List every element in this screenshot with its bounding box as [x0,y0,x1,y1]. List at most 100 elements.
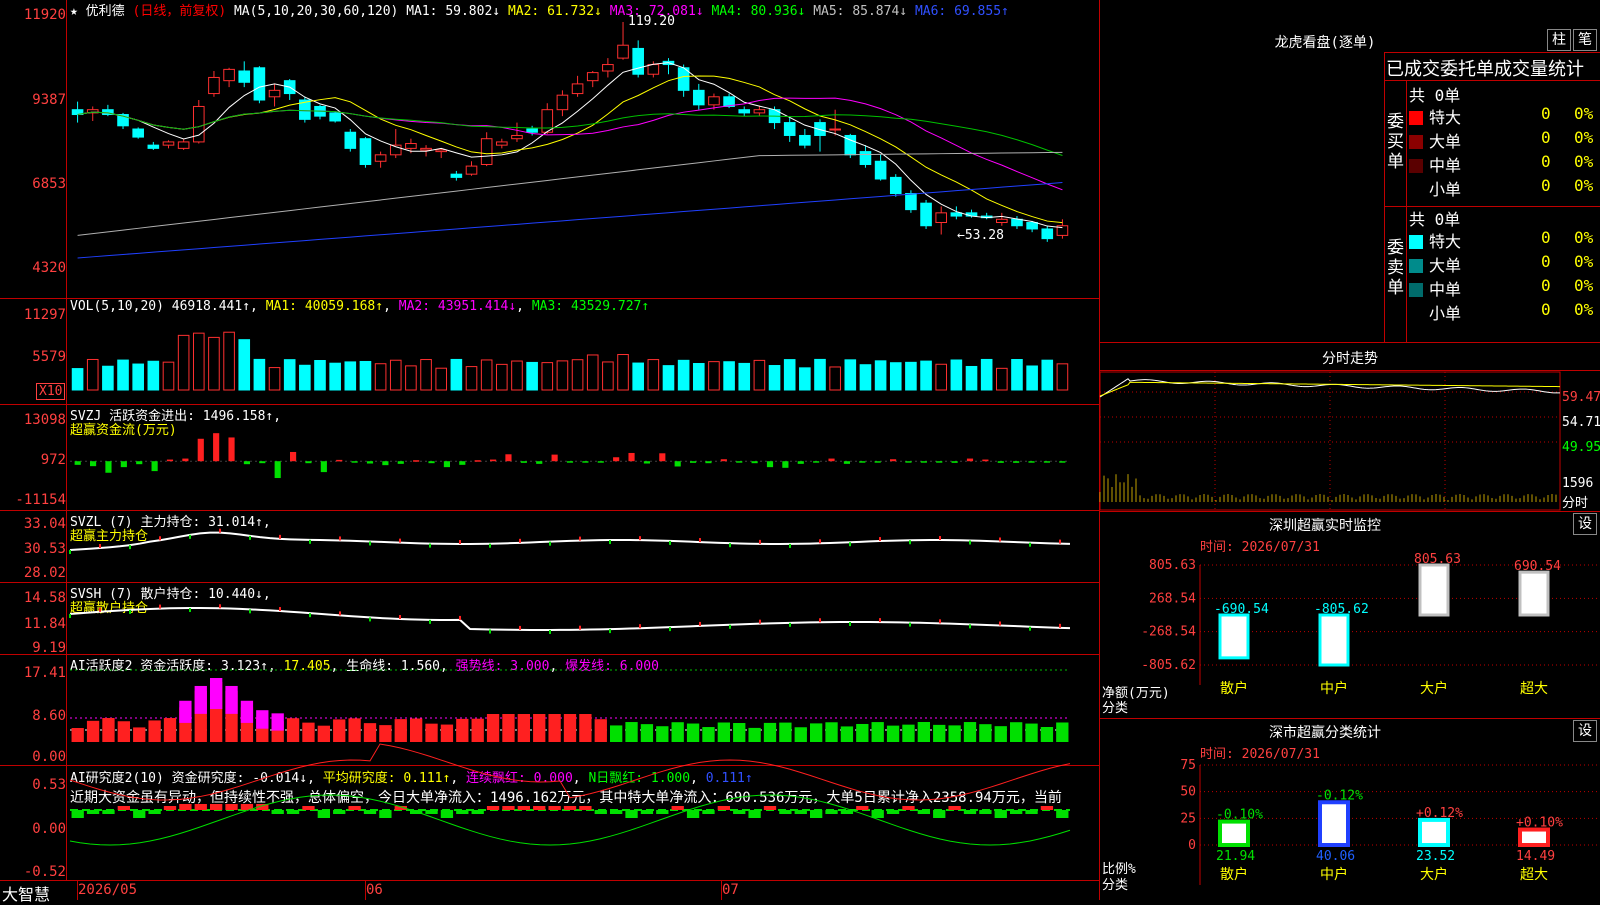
row-pct: 0% [1574,276,1594,295]
ratio-value-label: 21.94 [1216,849,1255,864]
flow-bar [690,461,697,463]
intraday-y-0: 59.47 [1562,390,1600,405]
vol-value: 46918.441↑ [171,299,251,314]
right-panel: 龙虎看盘(逐单) 柱 笔 已成交委托单成交量统计 委买单 委卖单 共 0单 特大… [1099,0,1600,900]
flow-bar [905,461,912,463]
sell-row: 小单 0 0% [1409,300,1600,324]
classify-settings-button[interactable]: 设 [1573,720,1597,742]
flow-bar [674,461,681,467]
active-bar [563,714,577,742]
research-bar [363,810,377,814]
active-bar [317,725,330,742]
flow-bar [443,461,450,468]
intraday-chart[interactable] [1099,371,1561,511]
flow-bar [551,454,558,462]
volume-bar [526,361,538,391]
candle-body [799,134,811,146]
active-bar [71,728,84,742]
research-bar [425,810,438,814]
ai-research-header: AI研究度2(10) 资金研究度: -0.014↓, 平均研究度: 0.111↑… [70,771,753,786]
candle-body [268,89,281,98]
row-count: 0 [1541,276,1551,295]
legend-swatch [1409,183,1423,197]
research-bar [486,806,500,810]
row-name: 中单 [1429,156,1462,175]
active-bar [410,718,423,742]
volume-bar [874,360,887,391]
pen-toggle-button[interactable]: 笔 [1573,29,1597,51]
volume-bar [389,359,402,391]
candlestick-chart[interactable] [70,20,1095,295]
research-bar [533,806,546,810]
period-label: (日线，前复权) [132,4,227,19]
candle-body [950,212,963,217]
flow-bar [720,459,727,462]
vol-ytick-0: 11297 [23,307,66,323]
ma2-value: MA2: 61.732↓ [507,4,602,19]
active-bar [610,725,623,742]
monitor-title: 深圳超赢实时监控 [1269,518,1381,534]
active-peak-bar [225,685,238,714]
active-bar [86,720,100,742]
active-bar [671,722,684,742]
net-bar-label: 805.63 [1414,552,1461,567]
flow-bar [259,461,266,464]
vol-title: VOL(5,10,20) [70,299,164,314]
volume-bar [571,359,584,391]
price-line [1099,378,1561,398]
candle-body [208,76,220,95]
flow-bar [397,461,404,464]
research-bar [963,810,977,814]
row-name: 中单 [1429,280,1462,299]
active-bar [533,714,546,742]
category-label: 散户 [1220,866,1248,883]
candle-body [238,70,251,83]
star-icon[interactable]: ★ [70,4,78,19]
flow-bar [705,461,712,464]
ai-active-ytick-2: 0.00 [32,749,66,765]
volume-bar [238,339,251,391]
volume-bar [723,361,735,391]
intraday-y-2: 49.95 [1562,440,1600,455]
candle-body [465,165,478,175]
ratio-chart: 75 50 25 0 -0.10% 21.94 散户 -0.12% 40.06 中户 +0.12% 2… [1180,758,1600,885]
candle-body [602,64,614,72]
research-bar [1056,810,1069,818]
legend-swatch [1409,135,1423,149]
bar-toggle-button[interactable]: 柱 [1547,29,1571,51]
research-bar [579,806,592,810]
volume-bar [102,365,114,391]
row-pct: 0% [1574,152,1594,171]
ratio-change-label: -0.10% [1216,808,1263,823]
research-bar [317,810,330,818]
flow-bar [843,461,850,464]
volume-bar [465,366,478,391]
candle-body [920,202,932,227]
ma1-value: MA1: 59.802↓ [406,4,501,19]
intraday-y-4: 分时 [1562,496,1589,511]
volume-bar [768,365,781,391]
main-force-position-chart [69,528,1071,554]
active-bar [948,725,961,742]
stock-name: 优利德 [85,4,125,19]
ai-avg: 平均研究度: 0.111↑ [322,771,451,786]
buy-row: 中单 0 0% [1409,152,1600,176]
volume-bar [965,365,978,391]
monitor-xlabel: 分类 [1102,701,1129,716]
classify-ytick: 50 [1180,785,1196,800]
ai-research-ytick-2: -0.52 [23,864,66,880]
monitor-settings-button[interactable]: 设 [1573,513,1597,535]
flow-bar [1013,461,1020,463]
flow-bar [505,454,512,462]
research-bar [517,806,530,810]
volume-bar [708,361,720,391]
volume-bar [586,354,599,391]
candle-body [874,160,887,180]
row-pct: 0% [1574,104,1594,123]
volume-bar [783,359,796,391]
active-bar [1056,722,1069,742]
volume-bar [71,368,84,391]
volume-bar [753,359,766,391]
volume-bar [632,362,644,391]
dragon-title: 龙虎看盘(逐单) [1274,35,1376,51]
